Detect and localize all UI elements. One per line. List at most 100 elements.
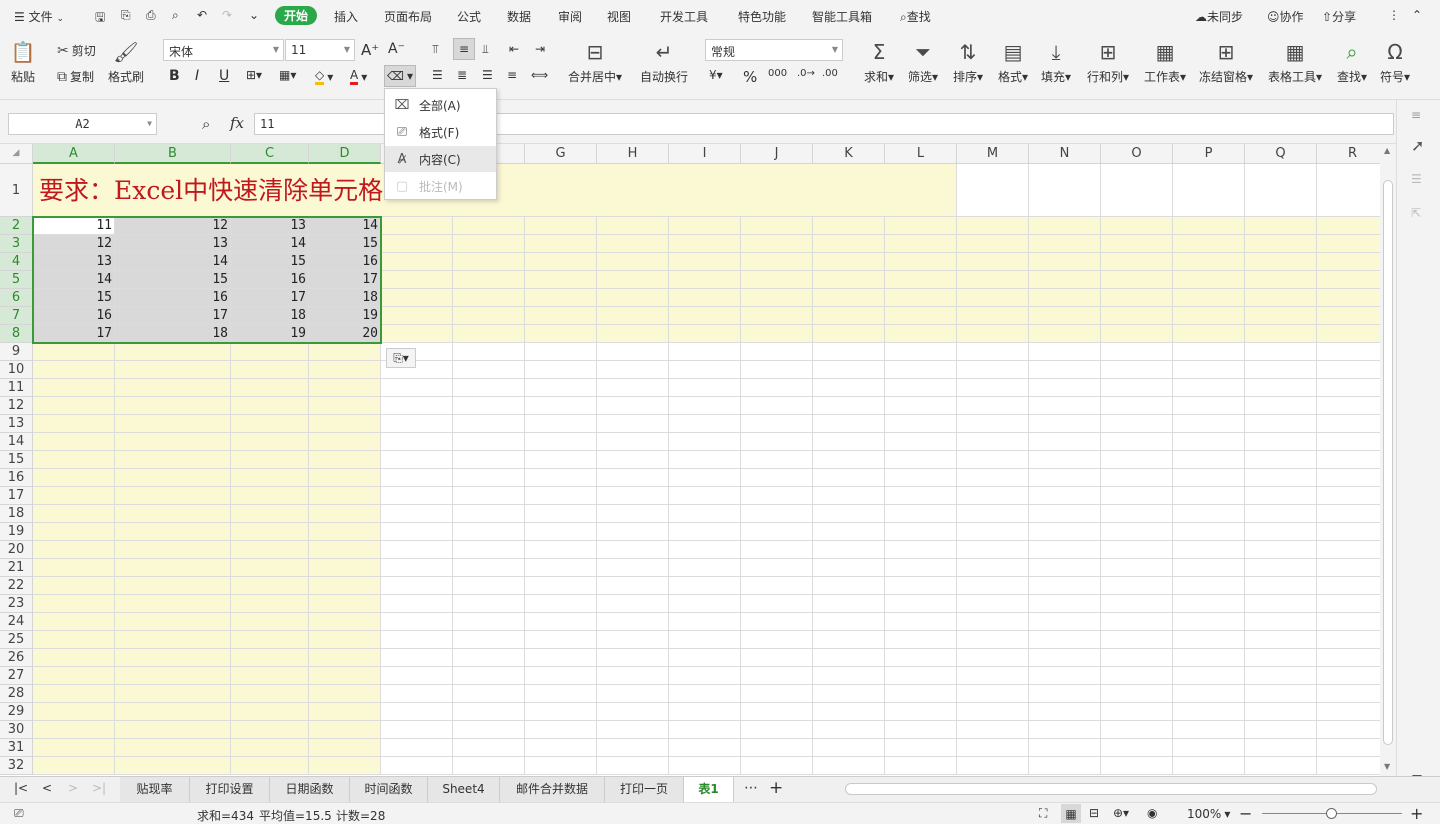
cell[interactable] bbox=[381, 595, 453, 613]
cell[interactable] bbox=[309, 577, 381, 595]
name-box[interactable]: A2 ▼ bbox=[8, 113, 157, 135]
cell[interactable] bbox=[1317, 613, 1380, 631]
cell[interactable] bbox=[957, 703, 1029, 721]
cell[interactable] bbox=[33, 685, 115, 703]
cell[interactable] bbox=[525, 703, 597, 721]
cell[interactable] bbox=[1173, 307, 1245, 325]
row-header[interactable]: 22 bbox=[0, 577, 33, 595]
cell[interactable] bbox=[1101, 541, 1173, 559]
cell[interactable] bbox=[115, 757, 231, 775]
column-header[interactable]: C bbox=[231, 144, 309, 164]
cell[interactable] bbox=[957, 739, 1029, 757]
cell[interactable] bbox=[525, 415, 597, 433]
cell[interactable] bbox=[1029, 523, 1101, 541]
cell[interactable] bbox=[309, 667, 381, 685]
column-header[interactable]: O bbox=[1101, 144, 1173, 164]
cell[interactable] bbox=[813, 487, 885, 505]
cell[interactable] bbox=[309, 505, 381, 523]
cell[interactable] bbox=[33, 433, 115, 451]
cell[interactable] bbox=[309, 397, 381, 415]
cell[interactable] bbox=[1029, 253, 1101, 271]
font-color-icon[interactable]: A ▾ bbox=[350, 68, 367, 85]
cell[interactable] bbox=[381, 757, 453, 775]
clear-button[interactable]: ⌫ ▾ bbox=[384, 65, 416, 87]
cell[interactable] bbox=[669, 559, 741, 577]
cell[interactable] bbox=[381, 271, 453, 289]
cell[interactable] bbox=[33, 397, 115, 415]
cell[interactable] bbox=[669, 433, 741, 451]
cell[interactable] bbox=[453, 757, 525, 775]
column-header[interactable]: H bbox=[597, 144, 669, 164]
cell[interactable] bbox=[1317, 361, 1380, 379]
cell[interactable] bbox=[381, 433, 453, 451]
cell[interactable] bbox=[741, 451, 813, 469]
cell[interactable]: 12 bbox=[33, 235, 115, 253]
cell[interactable] bbox=[669, 307, 741, 325]
cell[interactable] bbox=[231, 739, 309, 757]
column-header[interactable]: M bbox=[957, 144, 1029, 164]
menu-tab[interactable]: 开始 bbox=[275, 6, 318, 25]
cell[interactable] bbox=[525, 505, 597, 523]
decrease-decimal-icon[interactable]: .00 bbox=[822, 68, 838, 79]
cell[interactable] bbox=[453, 505, 525, 523]
cell[interactable] bbox=[1029, 559, 1101, 577]
cell[interactable] bbox=[1317, 379, 1380, 397]
column-header[interactable]: K bbox=[813, 144, 885, 164]
cell[interactable] bbox=[1317, 397, 1380, 415]
fill-button[interactable]: ⤓ 填充▾ bbox=[1041, 40, 1071, 85]
cell[interactable] bbox=[741, 631, 813, 649]
sheet-tab[interactable]: 时间函数 bbox=[350, 777, 428, 802]
add-sheet-icon[interactable]: + bbox=[769, 778, 783, 798]
row-header[interactable]: 16 bbox=[0, 469, 33, 487]
cell[interactable] bbox=[669, 721, 741, 739]
cell[interactable] bbox=[525, 559, 597, 577]
cell[interactable] bbox=[957, 613, 1029, 631]
cell[interactable] bbox=[1029, 631, 1101, 649]
cell[interactable] bbox=[885, 487, 957, 505]
menu-tab[interactable]: 审阅 bbox=[558, 8, 582, 25]
align-middle-icon[interactable]: ≡ bbox=[453, 38, 475, 60]
cell[interactable] bbox=[957, 415, 1029, 433]
cell[interactable] bbox=[453, 523, 525, 541]
cell[interactable] bbox=[1245, 667, 1317, 685]
cell[interactable] bbox=[669, 505, 741, 523]
cell[interactable] bbox=[813, 739, 885, 757]
horizontal-scrollbar[interactable] bbox=[845, 783, 1377, 795]
cell[interactable]: 17 bbox=[115, 307, 231, 325]
cell[interactable]: 12 bbox=[115, 217, 231, 235]
cell[interactable] bbox=[741, 577, 813, 595]
cell[interactable] bbox=[741, 361, 813, 379]
cell[interactable] bbox=[1101, 253, 1173, 271]
row-header[interactable]: 15 bbox=[0, 451, 33, 469]
cell[interactable] bbox=[115, 433, 231, 451]
border-icon[interactable]: ⊞▾ bbox=[246, 68, 262, 82]
cell[interactable] bbox=[669, 325, 741, 343]
cell[interactable] bbox=[1173, 613, 1245, 631]
cell[interactable] bbox=[1101, 307, 1173, 325]
column-header[interactable]: I bbox=[669, 144, 741, 164]
cell[interactable] bbox=[1101, 559, 1173, 577]
sync-status[interactable]: ☁未同步 bbox=[1195, 8, 1243, 25]
cell[interactable] bbox=[813, 595, 885, 613]
cell[interactable] bbox=[231, 451, 309, 469]
format-button[interactable]: ▤ 格式▾ bbox=[998, 40, 1028, 85]
cell[interactable] bbox=[813, 721, 885, 739]
cell[interactable] bbox=[381, 379, 453, 397]
cell[interactable] bbox=[597, 217, 669, 235]
cell[interactable] bbox=[669, 613, 741, 631]
cell[interactable] bbox=[1101, 164, 1173, 217]
cut-button[interactable]: ✂ 剪切 bbox=[57, 42, 96, 59]
cell[interactable] bbox=[741, 325, 813, 343]
cell[interactable] bbox=[115, 397, 231, 415]
cell[interactable] bbox=[741, 541, 813, 559]
freeze-panes-button[interactable]: ⊞ 冻结窗格▾ bbox=[1199, 40, 1253, 85]
cell[interactable] bbox=[741, 505, 813, 523]
cell[interactable] bbox=[309, 415, 381, 433]
cell[interactable] bbox=[957, 164, 1029, 217]
cell[interactable] bbox=[957, 685, 1029, 703]
align-top-icon[interactable]: ⫪ bbox=[432, 42, 439, 57]
cell[interactable] bbox=[957, 505, 1029, 523]
cell[interactable] bbox=[453, 559, 525, 577]
cell[interactable]: 17 bbox=[309, 271, 381, 289]
row-header[interactable]: 5 bbox=[0, 271, 33, 289]
